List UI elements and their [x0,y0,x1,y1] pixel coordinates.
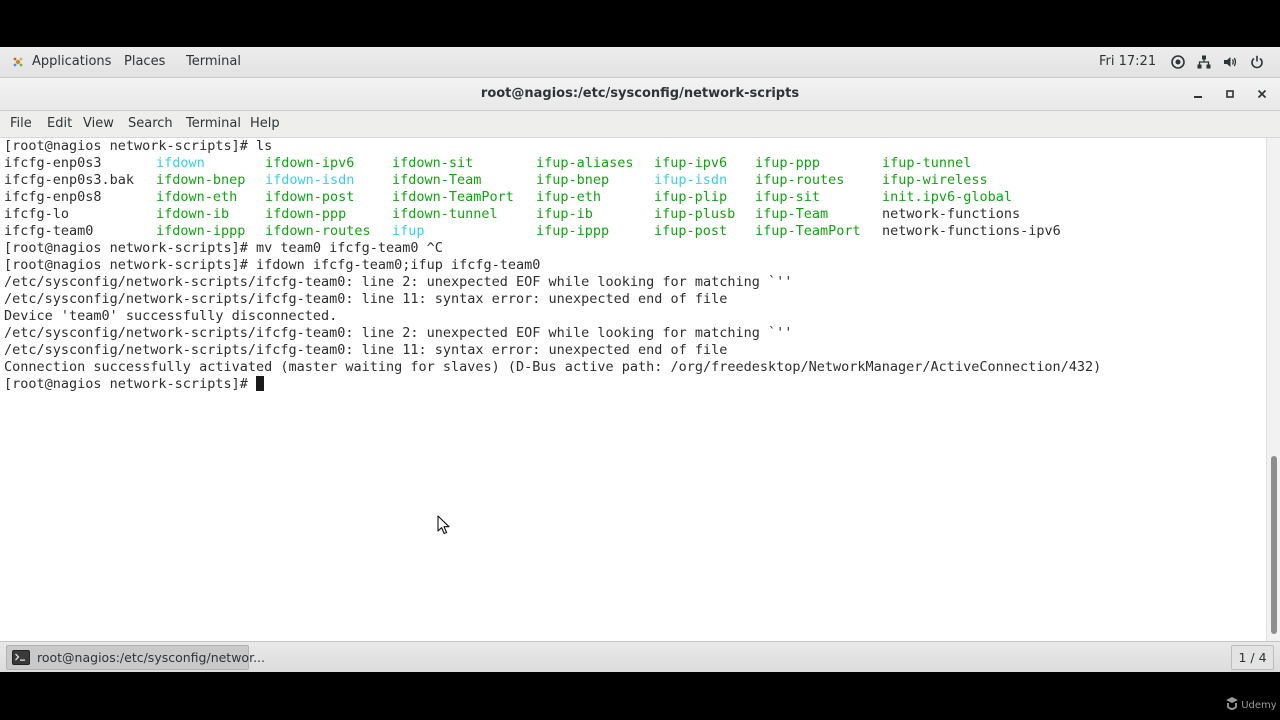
ls-entry: ifup-sit [755,189,821,205]
terminal-cursor [255,376,264,391]
terminal-scrollbar[interactable] [1266,138,1280,641]
ls-entry: ifup-Team [755,206,829,222]
ls-row: ifcfg-enp0s8 ifdown-eth ifdown-post ifdown-… [4,189,1254,206]
scrollbar-thumb[interactable] [1271,456,1277,634]
terminal-app-menu[interactable]: Terminal [186,47,241,77]
ls-row: ifcfg-enp0s3 ifdown ifdown-ipv6 ifdown-sit i… [4,155,1254,172]
workspace-indicator[interactable]: 1 / 4 [1231,645,1274,670]
applications-icon [13,57,23,67]
ls-row: ifcfg-lo ifdown-ib ifdown-ppp ifdown-tunnel… [4,206,1254,223]
terminal-output[interactable]: [root@nagios network-scripts]# ls ifcfg-… [0,138,1266,641]
terminal-line: Device 'team0' successfully disconnected… [4,308,338,324]
accessibility-icon[interactable] [1171,55,1185,69]
ls-entry: ifup-post [654,223,728,239]
window-titlebar[interactable]: root@nagios:/etc/sysconfig/network-scrip… [0,78,1280,111]
ls-entry: ifdown-tunnel [392,206,498,222]
terminal-line: [root@nagios network-scripts]# mv team0 … [4,240,443,256]
ls-entry: ifcfg-team0 [4,223,94,239]
ls-entry: ifup-wireless [882,172,988,188]
terminal-line: /etc/sysconfig/network-scripts/ifcfg-tea… [4,291,728,307]
clock[interactable]: Fri 17:21 [1099,47,1156,77]
ls-entry: ifcfg-enp0s8 [4,189,102,205]
ls-entry: ifup [392,223,425,239]
ls-entry: ifup-plip [654,189,728,205]
ls-entry: ifup-routes [755,172,845,188]
ls-entry: ifdown-bnep [156,172,246,188]
mouse-pointer-icon [437,515,450,535]
menu-file[interactable]: File [10,111,32,137]
ls-entry: init.ipv6-global [882,189,1013,205]
taskbar-item-terminal[interactable]: root@nagios:/etc/sysconfig/networ... [6,645,265,670]
volume-icon[interactable] [1223,55,1237,69]
ls-entry: ifdown-eth [156,189,238,205]
ls-entry: ifup-plusb [654,206,736,222]
ls-entry: ifdown-sit [392,155,474,171]
udemy-watermark: Udemy [1226,697,1277,713]
ls-entry: ifup-TeamPort [755,223,861,239]
ls-entry: ifdown-TeamPort [392,189,514,205]
places-menu[interactable]: Places [124,47,165,77]
ls-entry: ifup-isdn [654,172,728,188]
menu-edit[interactable]: Edit [47,111,72,137]
ls-entry: ifdown-ipv6 [265,155,355,171]
ls-entry: ifdown-routes [265,223,371,239]
menu-view[interactable]: View [83,111,114,137]
network-icon[interactable] [1197,55,1211,69]
ls-entry: ifup-ib [536,206,593,222]
top-bar: Applications Places Terminal Fri 17:21 [0,47,1280,78]
ls-entry: ifup-aliases [536,155,634,171]
ls-entry: ifup-bnep [536,172,610,188]
taskbar: root@nagios:/etc/sysconfig/networ... 1 /… [0,641,1280,672]
menu-bar: File Edit View Search Terminal Help [0,111,1280,138]
ls-row: ifcfg-team0 ifdown-ippp ifdown-routes ifup i… [4,223,1254,240]
taskbar-item-label: root@nagios:/etc/sysconfig/networ... [37,650,265,665]
menu-search[interactable]: Search [128,111,173,137]
terminal-line: [root@nagios network-scripts]# ls [4,138,273,154]
ls-entry: ifdown-ppp [265,206,347,222]
ls-entry: network-functions-ipv6 [882,223,1061,239]
terminal-line: Connection successfully activated (maste… [4,359,1102,375]
ls-row: ifcfg-enp0s3.bak ifdown-bnep ifdown-isdn if… [4,172,1254,189]
terminal-line: /etc/sysconfig/network-scripts/ifcfg-tea… [4,325,793,341]
ls-entry: ifup-ippp [536,223,610,239]
ls-entry: ifup-eth [536,189,602,205]
ls-entry: ifup-tunnel [882,155,972,171]
terminal-icon [12,650,30,665]
ls-entry: ifcfg-enp0s3.bak [4,172,135,188]
ls-entry: ifdown-Team [392,172,482,188]
ls-entry: network-functions [882,206,1021,222]
terminal-line: [root@nagios network-scripts]# ifdown if… [4,257,541,273]
menu-help[interactable]: Help [250,111,280,137]
ls-entry: ifdown [156,155,205,171]
power-icon[interactable] [1250,55,1264,69]
ls-entry: ifdown-ippp [156,223,246,239]
minimize-icon[interactable] [1190,86,1206,102]
ls-entry: ifdown-isdn [265,172,355,188]
ls-entry: ifdown-ib [156,206,230,222]
udemy-logo-icon [1226,697,1238,710]
maximize-icon[interactable] [1222,86,1238,102]
ls-entry: ifdown-post [265,189,355,205]
menu-terminal[interactable]: Terminal [186,111,241,137]
ls-entry: ifup-ipv6 [654,155,728,171]
terminal-line: /etc/sysconfig/network-scripts/ifcfg-tea… [4,274,793,290]
terminal-prompt-line: [root@nagios network-scripts]# [4,376,264,393]
ls-entry: ifup-ppp [755,155,821,171]
close-icon[interactable] [1254,86,1270,102]
terminal-prompt: [root@nagios network-scripts]# [4,376,256,392]
window-title: root@nagios:/etc/sysconfig/network-scrip… [480,86,800,101]
screen: Applications Places Terminal Fri 17:21 r… [0,0,1280,720]
ls-entry: ifcfg-enp0s3 [4,155,102,171]
applications-menu[interactable]: Applications [32,47,111,77]
watermark-text: Udemy [1241,700,1277,711]
ls-entry: ifcfg-lo [4,206,70,222]
terminal-line: /etc/sysconfig/network-scripts/ifcfg-tea… [4,342,728,358]
